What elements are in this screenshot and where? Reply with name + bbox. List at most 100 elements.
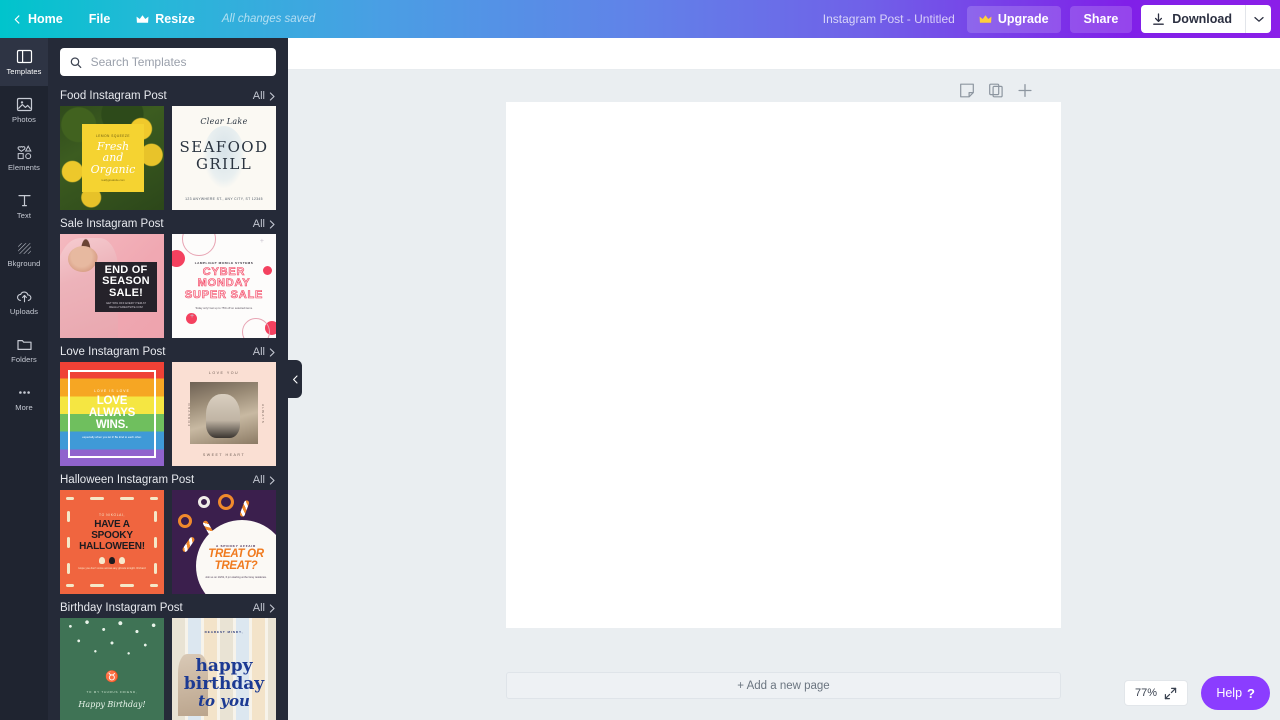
sidebar-item-folders[interactable]: Folders	[0, 326, 48, 374]
background-icon	[16, 240, 33, 257]
sidebar-item-text[interactable]: Text	[0, 182, 48, 230]
chevron-right-icon	[269, 347, 275, 357]
section-title: Food Instagram Post	[60, 90, 167, 102]
document-title[interactable]: Instagram Post - Untitled	[823, 12, 955, 26]
section-all-link[interactable]: All	[253, 474, 276, 486]
template-title: LOVE ALWAYS WINS.	[88, 395, 136, 431]
template-kicker: LEMON SQUEEZE	[96, 133, 130, 138]
photos-icon	[16, 96, 33, 113]
sidebar-item-label: Uploads	[9, 307, 39, 317]
search-box[interactable]	[60, 48, 276, 76]
bone-border	[66, 503, 71, 581]
design-canvas-page[interactable]	[506, 102, 1061, 628]
section-title: Birthday Instagram Post	[60, 602, 183, 614]
share-button[interactable]: Share	[1069, 5, 1133, 33]
chevron-right-icon	[269, 219, 275, 229]
resize-button[interactable]: Resize	[123, 0, 208, 38]
home-button[interactable]: Home	[0, 0, 76, 38]
section-all-link[interactable]: All	[253, 602, 276, 614]
template-row-halloween: TO NIKOLAI, HAVE A SPOOKY HALLOWEEN! Hop…	[48, 490, 288, 594]
template-row-sale: END OF SEASON SALE! GET 50% OFF EVERY IT…	[48, 234, 288, 338]
editor-toolbar	[288, 38, 1280, 70]
download-button[interactable]: Download	[1141, 5, 1245, 33]
template-top-text: LOVE YOU	[208, 371, 240, 375]
template-fresh-and-organic[interactable]: LEMON SQUEEZE Fresh and Organic reallygr…	[60, 106, 164, 210]
all-label: All	[252, 474, 265, 486]
app-header: Home File Resize All changes saved Insta…	[0, 0, 1280, 38]
sidebar-item-label: Bkground	[7, 259, 41, 269]
add-page-label: + Add a new page	[737, 679, 830, 692]
add-page-icon[interactable]	[1018, 83, 1033, 98]
sidebar-item-label: Text	[16, 211, 32, 221]
all-label: All	[252, 90, 265, 102]
template-sweet-heart[interactable]: LOVE YOU FOREVER ALWAYS SWEET HEART	[172, 362, 276, 466]
section-all-link[interactable]: All	[253, 346, 276, 358]
chevron-right-icon	[269, 603, 275, 613]
template-taurus-birthday[interactable]: ♉ TO MY TAURUS FRIEND, Happy Birthday!	[60, 618, 164, 720]
sidebar-item-label: Folders	[11, 355, 37, 365]
download-label: Download	[1172, 12, 1232, 26]
couple-photo	[190, 382, 258, 444]
add-new-page-button[interactable]: + Add a new page	[506, 672, 1061, 699]
download-button-group: Download	[1141, 5, 1271, 33]
template-line1: happy	[195, 656, 253, 676]
template-brand: Clear Lake	[200, 117, 248, 126]
chevron-down-icon	[1253, 16, 1264, 22]
duplicate-page-icon[interactable]	[989, 83, 1004, 98]
sidebar-item-uploads[interactable]: Uploads	[0, 278, 48, 326]
section-title: Love Instagram Post	[60, 346, 166, 358]
template-title: HAVE A SPOOKY HALLOWEEN!	[79, 519, 145, 552]
template-line2: birthday	[183, 674, 265, 694]
template-cyber-monday-super-sale[interactable]: + + LAMPLIGHT MOBILE SYSTEMS CYBER MONDA…	[172, 234, 276, 338]
section-all-link[interactable]: All	[253, 218, 276, 230]
search-input[interactable]	[90, 55, 266, 69]
template-card: LOVE IS LOVE LOVE ALWAYS WINS. especiall…	[68, 370, 156, 458]
collapse-panel-button[interactable]	[288, 360, 302, 398]
all-label: All	[252, 602, 265, 614]
template-card: TO NIKOLAI, HAVE A SPOOKY HALLOWEEN! Hop…	[76, 506, 148, 578]
lollipop-decor	[198, 496, 210, 508]
section-title: Halloween Instagram Post	[60, 474, 195, 486]
template-card: END OF SEASON SALE! GET 50% OFF EVERY IT…	[95, 262, 157, 312]
chevron-right-icon	[269, 475, 275, 485]
template-end-of-season-sale[interactable]: END OF SEASON SALE! GET 50% OFF EVERY IT…	[60, 234, 164, 338]
template-footer: reallygreatsite.com	[101, 178, 125, 183]
sidebar-item-photos[interactable]: Photos	[0, 86, 48, 134]
download-icon	[1153, 12, 1165, 25]
skull-icons	[99, 556, 125, 564]
resize-label: Resize	[155, 12, 195, 26]
template-kicker: DEAREST MINDY,	[204, 630, 244, 634]
template-row-love: LOVE IS LOVE LOVE ALWAYS WINS. especiall…	[48, 362, 288, 466]
download-options-button[interactable]	[1245, 5, 1271, 33]
template-have-a-spooky-halloween[interactable]: TO NIKOLAI, HAVE A SPOOKY HALLOWEEN! Hop…	[60, 490, 164, 594]
header-right-group: Instagram Post - Untitled Upgrade Share …	[823, 0, 1280, 38]
sidebar-item-background[interactable]: Bkground	[0, 230, 48, 278]
zoom-control[interactable]: 77%	[1124, 680, 1188, 706]
crown-icon	[979, 14, 992, 23]
help-button[interactable]: Help ?	[1201, 676, 1270, 710]
sidebar-item-label: More	[15, 403, 33, 413]
template-row-birthday: ♉ TO MY TAURUS FRIEND, Happy Birthday! D…	[48, 618, 288, 720]
upgrade-button[interactable]: Upgrade	[966, 5, 1061, 33]
sidebar-item-templates[interactable]: Templates	[0, 38, 48, 86]
zoom-level: 77%	[1134, 687, 1158, 699]
template-footer: Hope you don't come across any ghosts to…	[78, 566, 146, 570]
bone-border	[66, 583, 158, 588]
expand-icon[interactable]	[1164, 687, 1177, 700]
file-menu-button[interactable]: File	[76, 0, 124, 38]
sidebar-item-more[interactable]: More	[0, 374, 48, 422]
template-treat-or-treat[interactable]: A SPOOKY AFFAIR TREAT OR TREAT? Join us …	[172, 490, 276, 594]
chevron-left-icon	[292, 374, 298, 384]
template-love-always-wins[interactable]: LOVE IS LOVE LOVE ALWAYS WINS. especiall…	[60, 362, 164, 466]
template-kicker: TO MY TAURUS FRIEND,	[86, 690, 138, 694]
sidebar-item-elements[interactable]: Elements	[0, 134, 48, 182]
help-question-icon: ?	[1247, 685, 1255, 701]
template-left-text: FOREVER	[187, 401, 192, 427]
template-footer: Join us on 10/31, 6 pm starting at the G…	[205, 575, 267, 579]
template-happy-birthday-lockers[interactable]: DEAREST MINDY, happy birthday to you	[172, 618, 276, 720]
lollipop-decor	[178, 514, 192, 528]
template-seafood-grill[interactable]: Clear Lake SEAFOOD GRILL 123 ANYWHERE ST…	[172, 106, 276, 210]
section-all-link[interactable]: All	[253, 90, 276, 102]
add-note-icon[interactable]	[960, 83, 975, 98]
template-title: Fresh and Organic	[90, 139, 136, 176]
